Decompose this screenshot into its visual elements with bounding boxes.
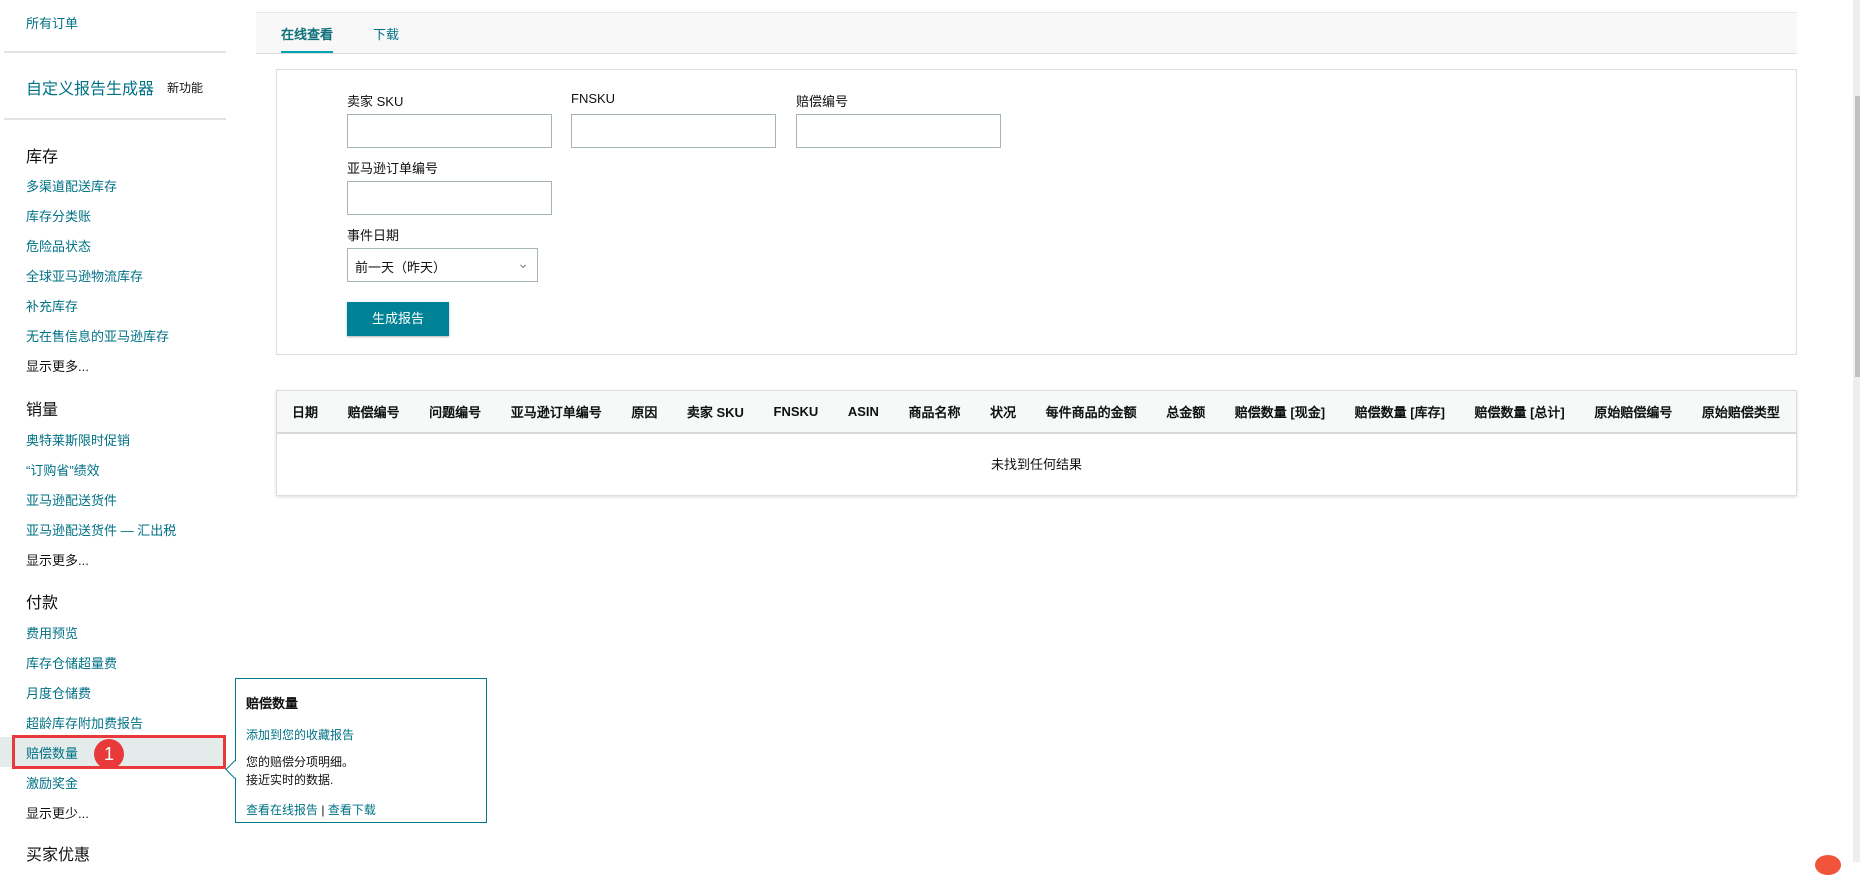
- floating-help-button[interactable]: [1815, 855, 1841, 875]
- sidebar-item[interactable]: 补充库存: [26, 296, 78, 315]
- column-header: 状况: [990, 405, 1017, 420]
- event-date-label: 事件日期: [347, 228, 400, 243]
- sidebar-item[interactable]: 激励奖金: [26, 773, 78, 792]
- step-badge: 1: [94, 739, 124, 769]
- order-id-label: 亚马逊订单编号: [347, 161, 439, 176]
- tooltip-title: 赔偿数量: [246, 696, 299, 711]
- divider: [4, 118, 226, 120]
- tab-bar: 在线查看 下载: [256, 12, 1797, 54]
- sidebar-item[interactable]: 多渠道配送库存: [26, 176, 117, 195]
- view-download-link[interactable]: 查看下载: [328, 803, 376, 817]
- tab-view-online[interactable]: 在线查看: [281, 24, 334, 53]
- section-sales: 销量: [26, 402, 59, 419]
- column-header: 原始赔偿编号: [1594, 405, 1673, 420]
- sidebar-item[interactable]: 亚马逊配送货件 — 汇出税: [26, 520, 176, 539]
- column-header: 原因: [631, 405, 658, 420]
- seller-sku-label: 卖家 SKU: [347, 94, 404, 109]
- seller-sku-input[interactable]: [347, 114, 552, 148]
- column-header: FNSKU: [773, 404, 819, 419]
- sidebar-item[interactable]: “订购省”绩效: [26, 460, 100, 479]
- chevron-down-icon: ⌄: [517, 255, 529, 271]
- tooltip-desc: 接近实时的数据.: [246, 773, 334, 787]
- sidebar-item[interactable]: 库存分类账: [26, 206, 91, 225]
- event-date-select[interactable]: 前一天（昨天） ⌄: [347, 248, 538, 282]
- tab-download[interactable]: 下载: [373, 24, 399, 43]
- sidebar-item[interactable]: 奥特莱斯限时促销: [26, 430, 130, 449]
- reimbursement-id-label: 赔偿编号: [796, 94, 849, 109]
- column-header: 亚马逊订单编号: [510, 405, 602, 420]
- column-header: 问题编号: [429, 405, 482, 420]
- fnsku-label: FNSKU: [571, 91, 616, 106]
- order-id-input[interactable]: [347, 181, 552, 215]
- sidebar-item[interactable]: 月度仓储费: [26, 683, 91, 702]
- no-results-message: 未找到任何结果: [990, 457, 1082, 472]
- show-more-sales[interactable]: 显示更多...: [26, 550, 89, 569]
- column-header: 赔偿数量 [总计]: [1474, 405, 1565, 420]
- sidebar-item[interactable]: 费用预览: [26, 623, 78, 642]
- table-header: 日期 赔偿编号 问题编号 亚马逊订单编号 原因 卖家 SKU FNSKU ASI…: [277, 391, 1796, 434]
- sidebar-item[interactable]: 超龄库存附加费报告: [26, 713, 143, 732]
- results-table: 日期 赔偿编号 问题编号 亚马逊订单编号 原因 卖家 SKU FNSKU ASI…: [276, 390, 1797, 496]
- column-header: 卖家 SKU: [686, 405, 744, 420]
- section-buyer-deals: 买家优惠: [26, 847, 91, 864]
- sidebar-item-all-orders[interactable]: 所有订单: [26, 13, 78, 32]
- new-feature-label: 新功能: [167, 81, 204, 95]
- section-payments: 付款: [26, 595, 59, 612]
- separator: |: [321, 803, 325, 817]
- column-header: 赔偿数量 [库存]: [1354, 405, 1445, 420]
- scrollbar-thumb[interactable]: [1855, 96, 1860, 377]
- reimbursement-id-input[interactable]: [796, 114, 1001, 148]
- filter-form: 卖家 SKU FNSKU 赔偿编号 亚马逊订单编号 事件日期 前一天（昨天） ⌄ …: [276, 69, 1797, 355]
- section-inventory: 库存: [26, 149, 59, 166]
- fnsku-input[interactable]: [571, 114, 776, 148]
- report-tooltip: 赔偿数量 添加到您的收藏报告 您的赔偿分项明细。 接近实时的数据. 查看在线报告 …: [235, 678, 487, 823]
- show-less-payments[interactable]: 显示更少...: [26, 803, 89, 822]
- sidebar-item[interactable]: 无在售信息的亚马逊库存: [26, 326, 169, 345]
- column-header: 赔偿数量 [现金]: [1234, 405, 1326, 420]
- column-header: 商品名称: [908, 405, 961, 420]
- add-to-favorites-link[interactable]: 添加到您的收藏报告: [246, 726, 476, 743]
- divider: [4, 51, 226, 53]
- sidebar-item[interactable]: 亚马逊配送货件: [26, 490, 117, 509]
- sidebar-item-reimbursements[interactable]: 赔偿数量: [26, 743, 78, 762]
- custom-report-builder-link[interactable]: 自定义报告生成器: [26, 75, 154, 99]
- column-header: 总金额: [1166, 405, 1206, 420]
- column-header: 赔偿编号: [347, 405, 400, 420]
- sidebar-item[interactable]: 全球亚马逊物流库存: [26, 266, 143, 285]
- sidebar-item[interactable]: 危险品状态: [26, 236, 91, 255]
- show-more-inventory[interactable]: 显示更多...: [26, 356, 89, 375]
- column-header: 日期: [292, 405, 319, 420]
- column-header: 每件商品的金额: [1045, 405, 1137, 420]
- generate-report-button[interactable]: 生成报告: [347, 302, 449, 336]
- view-online-report-link[interactable]: 查看在线报告: [246, 803, 318, 817]
- tooltip-desc: 您的赔偿分项明细。: [246, 755, 355, 769]
- column-header: 原始赔偿类型: [1701, 405, 1780, 420]
- sidebar-item[interactable]: 库存仓储超量费: [26, 653, 117, 672]
- event-date-value: 前一天（昨天）: [355, 260, 447, 275]
- column-header: ASIN: [847, 404, 879, 419]
